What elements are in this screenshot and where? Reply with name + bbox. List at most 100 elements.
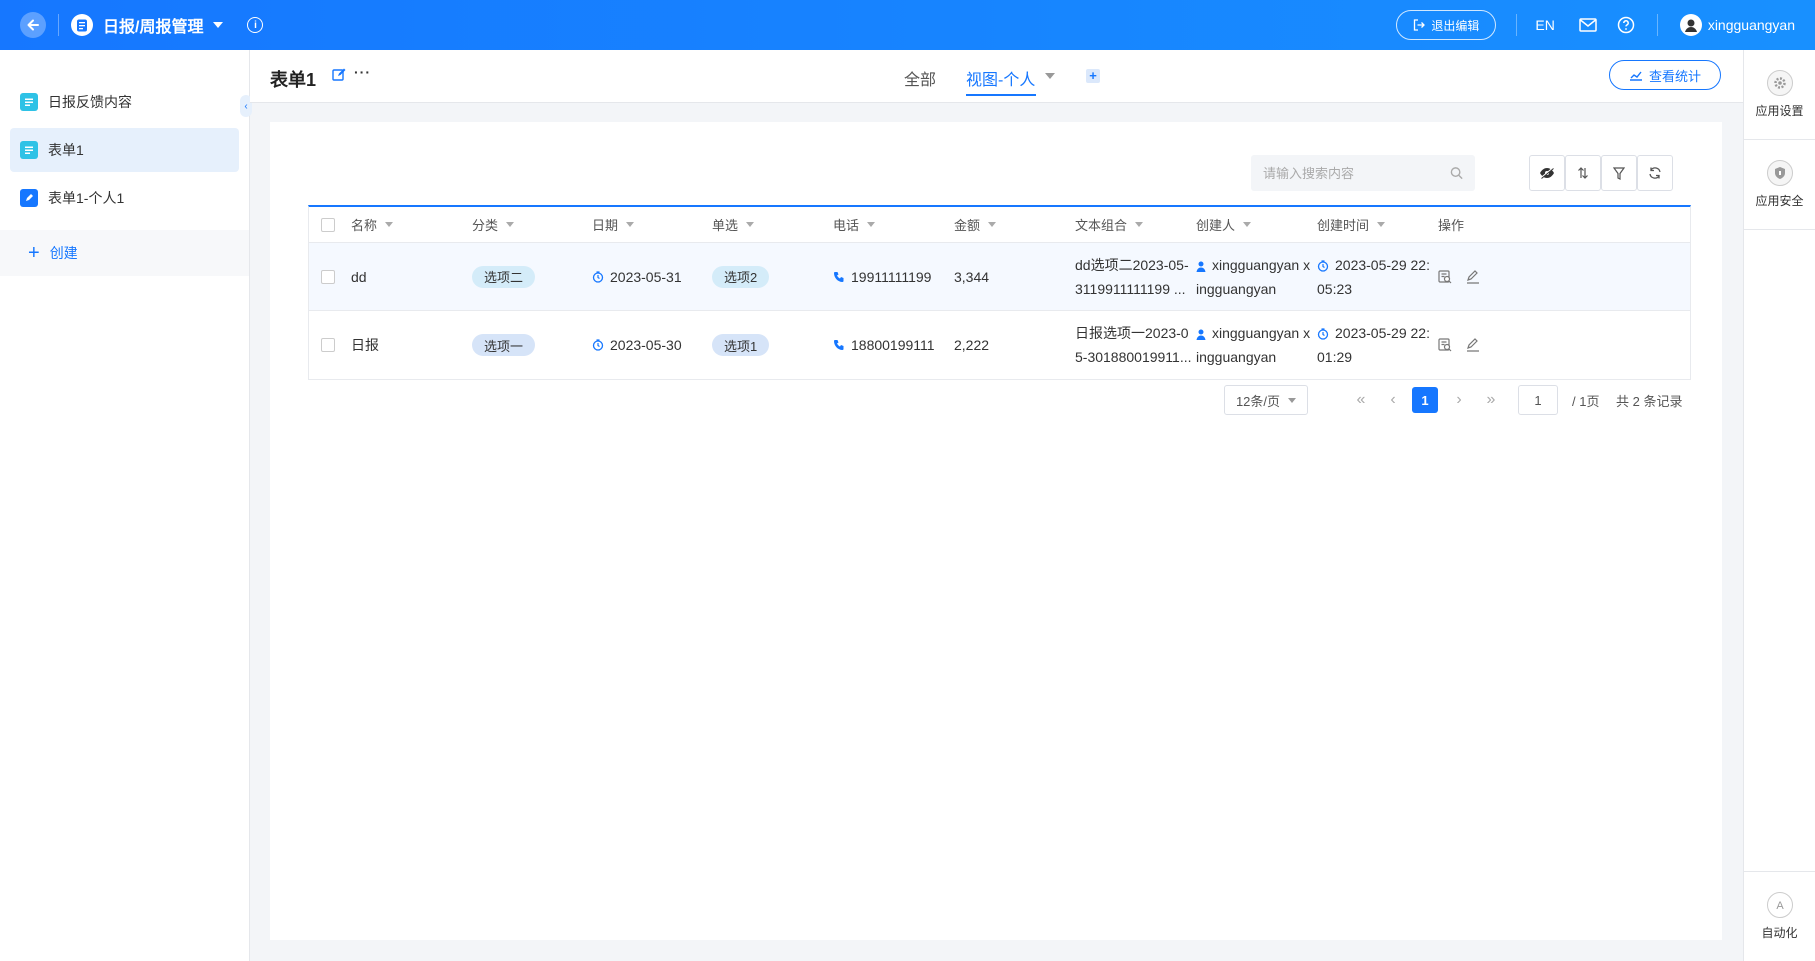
tab-active-indicator [966,94,1036,96]
chevron-down-icon [385,222,394,227]
column-label: 电话 [833,218,860,233]
hide-fields-button[interactable] [1529,155,1565,191]
avatar [1679,14,1702,36]
exit-edit-label: 退出编辑 [1431,18,1480,33]
chart-icon [1629,71,1642,81]
category-tag: 选项一 [472,334,536,356]
edit-icon[interactable] [332,68,346,85]
row-checkbox[interactable] [321,338,335,352]
search-icon[interactable] [1450,166,1463,180]
prev-page-button[interactable]: ‹ [1378,385,1408,415]
column-header-text-combo[interactable]: 文本组合 [1075,207,1144,242]
app-settings-label: 应用设置 [1755,104,1804,118]
sidebar-item-daily-feedback[interactable]: 日报反馈内容 [10,80,239,124]
tab-all[interactable]: 全部 [904,66,936,90]
column-header-creator[interactable]: 创建人 [1196,207,1252,242]
column-label: 创建人 [1196,218,1236,233]
clock-icon [592,270,604,283]
double-chevron-left-icon: « [1356,391,1366,408]
tab-dropdown-icon[interactable] [1045,73,1055,79]
app-security-label: 应用安全 [1755,194,1804,208]
sidebar-item-form1-personal[interactable]: 表单1-个人1 [10,176,239,220]
page-jump-input[interactable]: 1 [1518,385,1558,415]
select-all-checkbox[interactable] [321,217,335,232]
more-icon[interactable]: ··· [354,64,371,80]
exit-edit-button[interactable]: 退出编辑 [1396,10,1497,40]
cell-phone: 18800199111 [851,337,935,353]
column-header-single[interactable]: 单选 [712,207,755,242]
column-label: 名称 [351,218,378,233]
text-line: ingguangyan [1196,281,1277,297]
view-detail-icon[interactable] [1438,269,1452,284]
sidebar: 日报反馈内容 表单1 表单1-个人1 + 创建 ‹ [0,50,252,961]
table-row[interactable]: dd 选项二 2023-05-31 选项2 19911111199 3,344 … [309,243,1690,311]
column-header-date[interactable]: 日期 [592,207,635,242]
app-security-button[interactable]: 应用安全 [1744,140,1815,230]
help-icon[interactable] [1617,16,1635,34]
create-label: 创建 [49,245,78,261]
data-table: 名称 分类 日期 单选 电话 金额 文本组合 创建人 创建时间 操作 dd 选项… [308,205,1691,380]
text-line: 5-301880019911... [1075,349,1192,365]
sidebar-item-form1[interactable]: 表单1 [10,128,239,172]
app-settings-button[interactable]: 应用设置 [1744,50,1815,140]
page-size-select[interactable]: 12条/页 [1224,385,1308,415]
chevron-left-icon: ‹ [1390,391,1396,408]
clock-icon [1317,260,1329,272]
divider [58,14,59,36]
column-header-category[interactable]: 分类 [472,207,515,242]
app-title[interactable]: 日报/周报管理 [103,13,203,37]
view-stats-button[interactable]: 查看统计 [1609,60,1721,90]
chevron-down-icon [1135,222,1144,227]
mail-icon[interactable] [1579,16,1597,34]
first-page-button[interactable]: « [1346,385,1376,415]
back-button[interactable] [20,12,46,38]
current-page-button[interactable]: 1 [1412,387,1438,413]
page-size-label: 12条/页 [1235,393,1281,409]
form-icon [20,93,38,111]
refresh-icon [1649,167,1661,179]
clock-icon [1317,328,1329,340]
text-line: 2023-05-29 22: [1335,325,1430,341]
language-toggle[interactable]: EN [1535,17,1554,33]
column-header-actions: 操作 [1438,207,1464,242]
svg-text:A: A [1776,900,1784,912]
user-icon [1196,329,1206,340]
sort-icon [1578,167,1588,179]
add-view-button[interactable]: + [1086,69,1100,83]
chevron-down-icon [746,222,755,227]
search-box[interactable] [1251,155,1475,191]
double-chevron-right-icon: » [1486,391,1496,408]
filter-icon [1613,166,1625,180]
column-header-amount[interactable]: 金额 [954,207,997,242]
column-label: 创建时间 [1317,218,1370,233]
refresh-button[interactable] [1637,155,1673,191]
edit-icon[interactable] [1466,269,1480,284]
logout-icon [1414,19,1426,31]
user-menu[interactable]: xingguangyan [1679,14,1795,36]
automation-button[interactable]: A 自动化 [1744,871,1815,961]
text-line: 2023-05-29 22: [1335,257,1430,273]
last-page-button[interactable]: » [1476,385,1506,415]
table-header-row: 名称 分类 日期 单选 电话 金额 文本组合 创建人 创建时间 操作 [309,207,1690,243]
next-page-button[interactable]: › [1444,385,1474,415]
create-button[interactable]: + 创建 [0,230,249,276]
sidebar-item-label: 表单1 [48,142,84,158]
row-checkbox[interactable] [321,269,335,284]
column-label: 日期 [592,218,619,233]
sort-button[interactable] [1565,155,1601,191]
edit-icon[interactable] [1466,338,1480,352]
table-row[interactable]: 日报 选项一 2023-05-30 选项1 18800199111 2,222 … [309,311,1690,379]
column-header-created-time[interactable]: 创建时间 [1317,207,1386,242]
text-line: 3119911111199 ... [1075,281,1186,297]
cell-date: 2023-05-31 [610,268,682,285]
tab-view-personal[interactable]: 视图-个人 [966,66,1035,90]
filter-button[interactable] [1601,155,1637,191]
column-header-phone[interactable]: 电话 [833,207,876,242]
phone-icon [834,271,844,282]
content-card: 名称 分类 日期 单选 电话 金额 文本组合 创建人 创建时间 操作 dd 选项… [270,122,1722,940]
view-detail-icon[interactable] [1438,338,1452,352]
search-input[interactable] [1263,165,1450,181]
app-dropdown-icon[interactable] [213,22,224,28]
info-icon[interactable]: i [247,17,264,33]
column-header-name[interactable]: 名称 [351,207,394,242]
